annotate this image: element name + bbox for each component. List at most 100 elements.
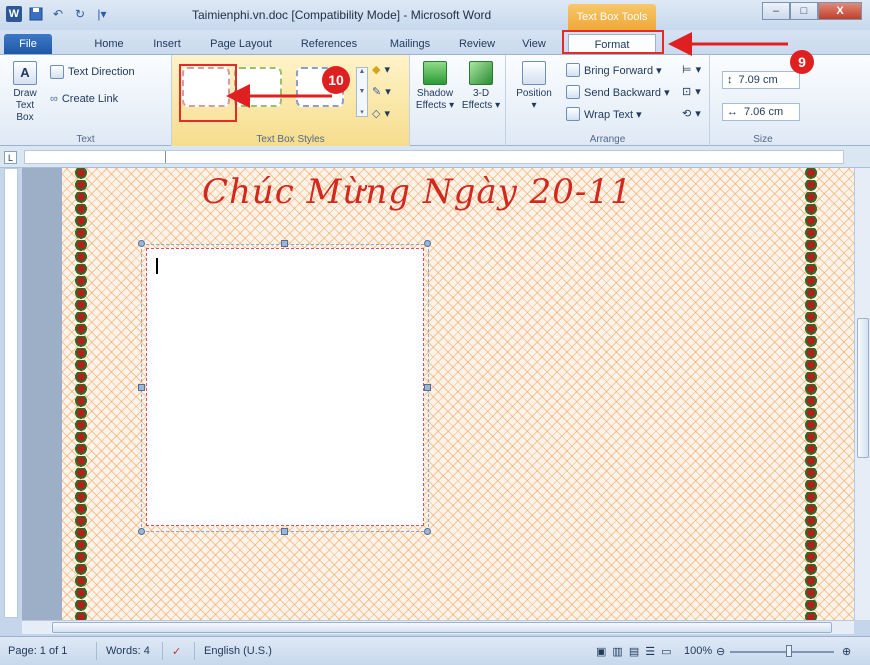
align-icon: ⊨ [682,64,692,76]
resize-handle-bottom-left[interactable] [138,528,145,535]
chevron-down-icon: ▾ [531,100,537,111]
send-backward-button[interactable]: Send Backward ▾ [566,85,670,99]
position-button[interactable]: Position ▾ [510,61,558,112]
draw-text-box-button[interactable]: A Draw Text Box [6,61,44,124]
resize-handle-bottom-right[interactable] [424,528,431,535]
customize-qat-icon[interactable]: |▾ [94,6,110,22]
step-9-badge: 9 [790,50,814,74]
bring-forward-icon [566,63,580,77]
3d-effects-button[interactable]: 3-D Effects ▾ [458,61,504,112]
resize-handle-bottom[interactable] [281,528,288,535]
arrange-group-label: Arrange [589,134,626,145]
shape-fill-button[interactable]: ◆ ▾ [372,63,390,76]
wrap-text-label: Wrap Text ▾ [584,108,642,121]
tab-selector[interactable]: L [4,151,17,164]
proofing-icon[interactable]: ✓ [172,645,181,658]
vertical-scrollbar[interactable] [854,168,870,620]
ruler-ticks [165,151,166,163]
fill-bucket-icon: ◆ [372,64,381,76]
text-direction-icon [50,65,64,79]
tab-view[interactable]: View [516,34,552,54]
tab-mailings[interactable]: Mailings [382,34,438,54]
align-button[interactable]: ⊨ ▾ [682,63,701,76]
change-shape-button[interactable]: ◇ ▾ [372,107,390,120]
horizontal-scrollbar[interactable] [22,620,854,634]
status-bar: Page: 1 of 1 Words: 4 ✓ English (U.S.) ▣… [0,636,870,665]
chevron-down-icon[interactable]: ▼ [359,88,366,95]
chevron-up-icon[interactable]: ▲ [359,68,366,75]
shadow-effects-icon [423,61,447,85]
shadow-effects-label: Shadow Effects ▾ [415,88,455,111]
resize-handle-right[interactable] [424,384,431,391]
tab-insert[interactable]: Insert [146,34,188,54]
save-icon[interactable] [28,6,44,22]
ruler-scale [24,150,844,164]
text-group-label: Text [76,134,95,145]
rotate-icon: ⟲ [682,108,692,120]
tab-page-layout[interactable]: Page Layout [204,34,278,54]
style-swatch-green-dashed[interactable] [234,67,282,107]
effects-group: Shadow Effects ▾ 3-D Effects ▾ [410,55,506,147]
zoom-in-icon[interactable]: ⊕ [842,645,851,658]
resize-handle-top[interactable] [281,240,288,247]
document-page[interactable]: Chúc Mừng Ngày 20-11 [62,168,854,620]
rotate-button[interactable]: ⟲ ▾ [682,107,701,120]
text-direction-button[interactable]: Text Direction [50,65,135,79]
page-count[interactable]: Page: 1 of 1 [8,645,67,657]
shape-outline-button[interactable]: ✎ ▾ [372,85,391,98]
zoom-slider[interactable] [730,651,834,653]
redo-icon[interactable]: ↻ [72,6,88,22]
word-count[interactable]: Words: 4 [106,645,150,657]
bring-forward-button[interactable]: Bring Forward ▾ [566,63,662,77]
horizontal-ruler[interactable]: L [0,146,870,168]
language[interactable]: English (U.S.) [204,645,272,657]
zoom-slider-knob[interactable] [786,645,792,657]
word-app-icon[interactable]: W [6,6,22,22]
text-box[interactable] [146,248,424,526]
draft-icon[interactable]: ▭ [661,645,671,658]
wrap-text-button[interactable]: Wrap Text ▾ [566,107,642,121]
width-icon: ↔ [727,106,738,118]
width-value: 7.06 cm [744,106,784,118]
text-direction-label: Text Direction [68,66,135,78]
text-group: A Draw Text Box Text Direction ∞ Create … [0,55,172,147]
zoom-level[interactable]: 100% [684,645,712,657]
vertical-ruler[interactable] [4,168,18,618]
height-stepper[interactable]: ↕ 7.09 cm [722,71,800,89]
close-button[interactable]: X [818,2,862,20]
width-stepper[interactable]: ↔ 7.06 cm [722,103,800,121]
height-value: 7.09 cm [738,74,778,86]
tab-review[interactable]: Review [454,34,500,54]
tab-home[interactable]: Home [88,34,130,54]
arrange-group: Position ▾ Bring Forward ▾ Send Backward… [506,55,710,147]
3d-effects-icon [469,61,493,85]
maximize-button[interactable]: □ [790,2,818,20]
send-backward-label: Send Backward ▾ [584,86,670,99]
print-layout-icon[interactable]: ▣ [596,645,606,658]
zoom-out-icon[interactable]: ⊖ [716,645,725,658]
text-box-styles-label: Text Box Styles [256,134,325,145]
resize-handle-top-right[interactable] [424,240,431,247]
resize-handle-top-left[interactable] [138,240,145,247]
shadow-effects-button[interactable]: Shadow Effects ▾ [412,61,458,112]
styles-gallery-scroll[interactable]: ▲ ▼ ▾ [356,67,368,117]
full-screen-reading-icon[interactable]: ▥ [612,645,622,658]
gallery-more-icon[interactable]: ▾ [360,108,364,116]
link-icon: ∞ [50,93,58,105]
create-link-button[interactable]: ∞ Create Link [50,93,118,105]
height-icon: ↕ [727,74,733,86]
position-icon [522,61,546,85]
tab-file[interactable]: File [4,34,52,54]
left-flower-border [74,168,88,620]
resize-handle-left[interactable] [138,384,145,391]
outline-icon[interactable]: ☰ [645,645,655,658]
group-button[interactable]: ⊡ ▾ [682,85,701,98]
create-link-label: Create Link [61,93,119,105]
tab-references[interactable]: References [296,34,362,54]
web-layout-icon[interactable]: ▤ [629,645,639,658]
vertical-scroll-thumb[interactable] [857,318,869,458]
greeting-heading: Chúc Mừng Ngày 20-11 [202,172,633,212]
horizontal-scroll-thumb[interactable] [52,622,832,633]
undo-icon[interactable]: ↶ [50,6,66,22]
minimize-button[interactable]: – [762,2,790,20]
